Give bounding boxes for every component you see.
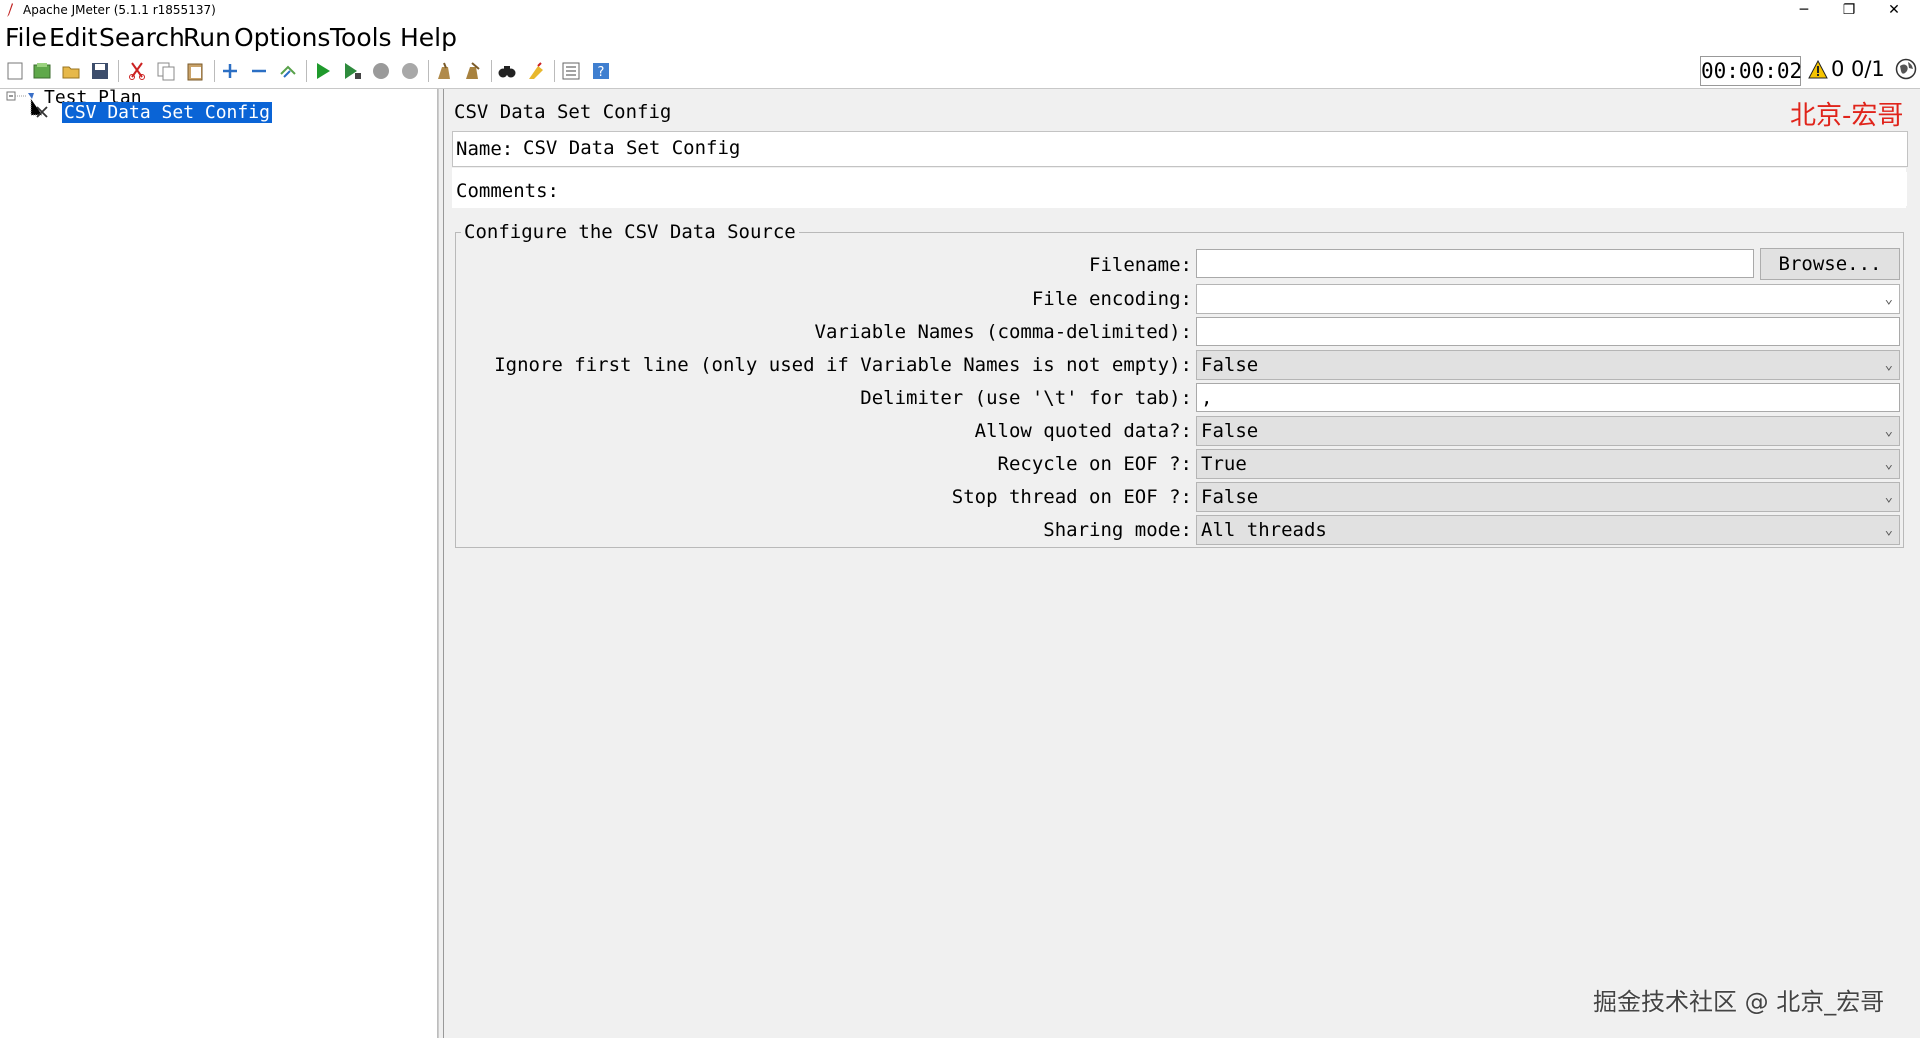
stop-thread-eof-value: False	[1201, 486, 1259, 508]
ignore-first-line-select[interactable]: False ⌄	[1196, 350, 1900, 380]
ignore-first-line-label: Ignore first line (only used if Variable…	[494, 354, 1192, 376]
help-icon[interactable]: ?	[591, 61, 611, 81]
toolbar-separator	[428, 60, 429, 82]
footer-watermark: 掘金技术社区 @ 北京_宏哥	[1593, 988, 1885, 1016]
filename-field[interactable]	[1196, 249, 1754, 278]
clear-icon[interactable]	[434, 61, 454, 81]
file-encoding-select[interactable]: ⌄	[1196, 284, 1900, 314]
restore-button[interactable]: ❐	[1830, 0, 1868, 22]
search-icon[interactable]	[497, 61, 517, 81]
sharing-mode-label: Sharing mode:	[1043, 519, 1192, 541]
csv-source-group-title: Configure the CSV Data Source	[461, 221, 799, 243]
templates-icon[interactable]	[32, 61, 52, 81]
allow-quoted-select[interactable]: False ⌄	[1196, 416, 1900, 446]
toolbar-separator	[491, 60, 492, 82]
stop-thread-eof-select[interactable]: False ⌄	[1196, 482, 1900, 512]
chevron-down-icon: ⌄	[1884, 291, 1893, 307]
chevron-down-icon: ⌄	[1884, 522, 1893, 538]
stop-thread-eof-label: Stop thread on EOF ?:	[951, 486, 1192, 508]
reset-search-icon[interactable]	[526, 61, 546, 81]
new-icon[interactable]	[5, 61, 25, 81]
window-title: Apache JMeter (5.1.1 r1855137)	[23, 3, 216, 17]
stop-icon[interactable]	[371, 61, 391, 81]
recycle-eof-select[interactable]: True ⌄	[1196, 449, 1900, 479]
elapsed-timer: 00:00:02	[1700, 56, 1802, 86]
close-button[interactable]: ✕	[1875, 0, 1913, 22]
comments-label: Comments:	[456, 180, 559, 202]
filename-label: Filename:	[1089, 254, 1192, 276]
menu-run[interactable]: Run	[183, 23, 231, 52]
collapse-icon[interactable]	[249, 61, 269, 81]
chevron-down-icon: ⌄	[1884, 357, 1893, 373]
toolbar-separator	[554, 60, 555, 82]
warning-icon[interactable]	[1808, 60, 1828, 80]
start-icon[interactable]	[313, 61, 333, 81]
error-count: 0	[1831, 57, 1845, 81]
name-label: Name:	[456, 138, 514, 160]
author-watermark: 北京-宏哥	[1790, 101, 1904, 131]
ignore-first-line-value: False	[1201, 354, 1259, 376]
chevron-down-icon: ⌄	[1884, 456, 1893, 472]
function-helper-icon[interactable]	[561, 61, 581, 81]
cut-icon[interactable]	[127, 61, 147, 81]
title-bar: Apache JMeter (5.1.1 r1855137) ─ ❐ ✕	[0, 0, 1920, 22]
clear-all-icon[interactable]	[463, 61, 483, 81]
panel-title: CSV Data Set Config	[454, 101, 672, 123]
delimiter-field[interactable]	[1196, 383, 1900, 412]
recycle-eof-value: True	[1201, 453, 1247, 475]
file-encoding-label: File encoding:	[1031, 288, 1192, 310]
chevron-down-icon: ⌄	[1884, 489, 1893, 505]
menu-help[interactable]: Help	[400, 23, 457, 52]
chevron-down-icon: ⌄	[1884, 423, 1893, 439]
shutdown-icon[interactable]	[400, 61, 420, 81]
delimiter-label: Delimiter (use '\t' for tab):	[860, 387, 1192, 409]
test-plan-tree	[0, 89, 438, 1038]
browse-button[interactable]: Browse...	[1760, 248, 1900, 280]
jmeter-feather-icon	[7, 3, 13, 17]
start-no-pause-icon[interactable]	[342, 61, 362, 81]
toggle-icon[interactable]	[278, 61, 298, 81]
minimize-button[interactable]: ─	[1785, 0, 1823, 22]
menu-search[interactable]: Search	[99, 23, 185, 52]
save-icon[interactable]	[90, 61, 110, 81]
remote-globe-icon[interactable]	[1895, 58, 1917, 80]
allow-quoted-value: False	[1201, 420, 1259, 442]
comments-field[interactable]	[565, 172, 1907, 206]
expand-icon[interactable]	[220, 61, 240, 81]
menu-file[interactable]: File	[5, 23, 47, 52]
menu-bar: File Edit Search Run Options Tools Help	[0, 22, 1920, 52]
menu-tools[interactable]: Tools	[330, 23, 392, 52]
sharing-mode-value: All threads	[1201, 519, 1327, 541]
tree-node-csv-data-set-config[interactable]: CSV Data Set Config	[62, 102, 272, 123]
variable-names-label: Variable Names (comma-delimited):	[814, 321, 1193, 343]
recycle-eof-label: Recycle on EOF ?:	[997, 453, 1192, 475]
svg-text:?: ?	[598, 65, 605, 80]
paste-icon[interactable]	[185, 61, 205, 81]
toolbar-separator	[118, 60, 119, 82]
name-field[interactable]	[521, 134, 1907, 162]
toolbar-separator	[214, 60, 215, 82]
menu-edit[interactable]: Edit	[49, 23, 97, 52]
active-threads: 0/1	[1851, 57, 1885, 81]
toolbar: ?	[0, 54, 1920, 89]
variable-names-field[interactable]	[1196, 317, 1900, 346]
menu-options[interactable]: Options	[234, 23, 330, 52]
toolbar-separator	[306, 60, 307, 82]
copy-icon[interactable]	[156, 61, 176, 81]
open-icon[interactable]	[61, 61, 81, 81]
sharing-mode-select[interactable]: All threads ⌄	[1196, 515, 1900, 545]
allow-quoted-label: Allow quoted data?:	[974, 420, 1192, 442]
